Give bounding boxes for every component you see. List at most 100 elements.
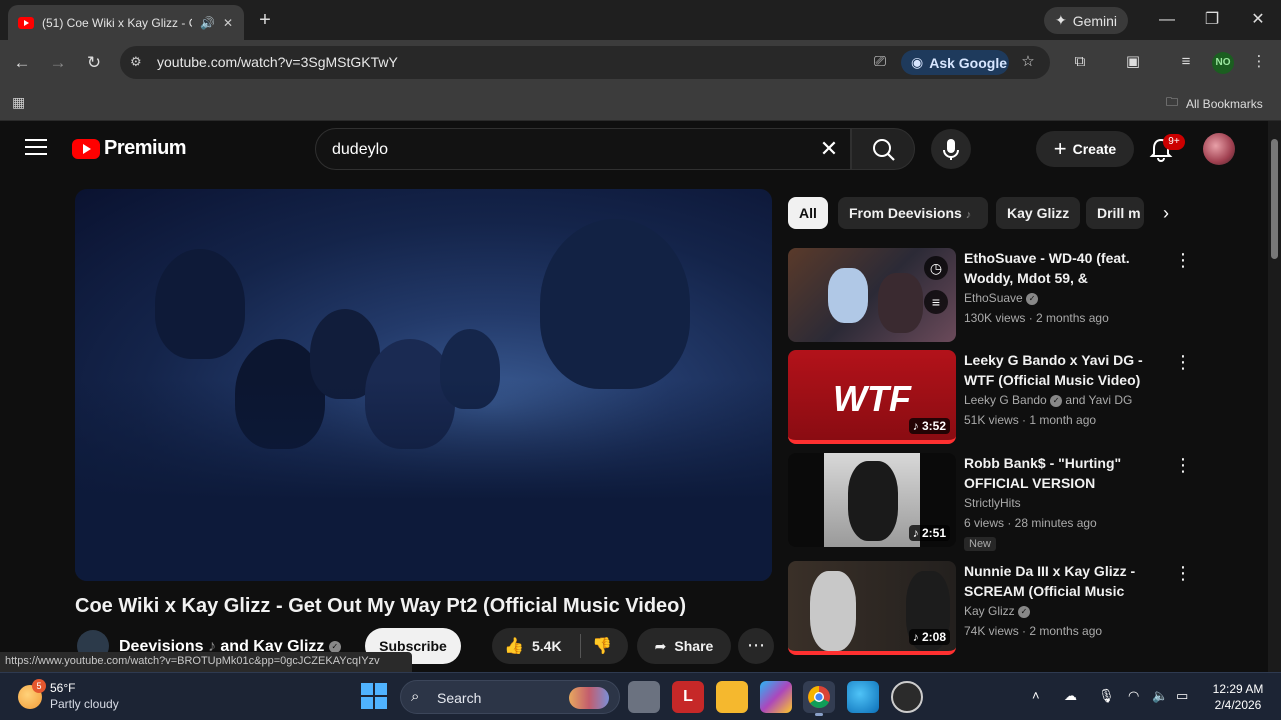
taskbar-search[interactable]: ⌕ Search: [400, 680, 620, 714]
clear-search-icon[interactable]: ✕: [816, 136, 842, 162]
kebab-menu-icon[interactable]: ⋮: [1174, 455, 1192, 476]
media-controls-icon[interactable]: ≡: [1174, 50, 1198, 74]
video-thumbnail[interactable]: WTF ♪ 3:52: [788, 350, 956, 444]
cloud-icon[interactable]: ☁: [1064, 688, 1077, 704]
site-info-icon[interactable]: ⚙: [130, 54, 148, 72]
chip-all[interactable]: All: [788, 197, 828, 229]
video-shadow: [75, 379, 772, 581]
recommendation-item[interactable]: ♪ 2:08 Nunnie Da III x Kay Glizz - SCREA…: [788, 561, 1192, 657]
watch-later-clock-icon[interactable]: ◷: [924, 256, 948, 280]
gemini-label: Gemini: [1072, 12, 1118, 29]
kebab-menu-icon[interactable]: ⋮: [1174, 250, 1192, 271]
speaker-icon[interactable]: 🔊: [200, 16, 215, 30]
kebab-menu-icon[interactable]: ⋮: [1174, 352, 1192, 373]
edge-icon[interactable]: [847, 681, 879, 713]
video-thumbnail[interactable]: ♪ 2:08: [788, 561, 956, 655]
thumbs-up-icon[interactable]: 👍: [504, 636, 524, 656]
browser-menu-icon[interactable]: ⋮: [1247, 50, 1271, 74]
plus-icon: +: [1053, 136, 1067, 161]
taskbar-clock[interactable]: 12:29 AM 2/4/2026: [1208, 681, 1268, 713]
url-text[interactable]: youtube.com/watch?v=3SgMStGKTwY: [157, 54, 398, 70]
close-tab-icon[interactable]: ✕: [223, 16, 233, 30]
new-tab-button[interactable]: +: [254, 9, 276, 31]
more-actions-button[interactable]: ⋯: [738, 628, 774, 664]
back-button[interactable]: ←: [10, 51, 34, 75]
create-button[interactable]: + Create: [1036, 131, 1134, 167]
recommendation-item[interactable]: ◷ ≡ EthoSuave - WD-40 (feat. Woddy, Mdot…: [788, 248, 1192, 344]
temperature: 56°F: [50, 681, 76, 695]
windows-taskbar: 5 56°F Partly cloudy ⌕ Search L ˄ ☁ 🎙 ◠ …: [0, 672, 1281, 720]
youtube-premium-logo[interactable]: Premium: [72, 137, 187, 160]
tab-search-icon[interactable]: ▣: [1121, 50, 1145, 74]
chevron-right-icon[interactable]: ›: [1152, 199, 1180, 227]
profile-avatar[interactable]: NO: [1212, 52, 1234, 74]
lexis-app-icon[interactable]: L: [672, 681, 704, 713]
scrollbar-thumb[interactable]: [1271, 139, 1278, 259]
weather-widget[interactable]: 5 56°F Partly cloudy: [18, 679, 138, 715]
share-label: Share: [674, 638, 714, 654]
task-view-icon[interactable]: [628, 681, 660, 713]
youtube-favicon-icon: [18, 16, 34, 29]
forward-button[interactable]: →: [46, 51, 70, 75]
recommendation-channel[interactable]: Leeky G Bando ✓ and Yavi DG: [964, 393, 1132, 407]
chip-from-deevisions[interactable]: From Deevisions ♪: [838, 197, 988, 229]
active-indicator: [815, 713, 823, 716]
chip-kay-glizz[interactable]: Kay Glizz: [996, 197, 1081, 229]
microphone-icon[interactable]: 🎙: [1098, 688, 1115, 704]
page-scrollbar[interactable]: [1268, 121, 1281, 672]
minimize-window-button[interactable]: —: [1152, 8, 1182, 32]
add-to-queue-icon[interactable]: ≡: [924, 290, 948, 314]
address-bar[interactable]: ⚙ youtube.com/watch?v=3SgMStGKTwY ⎚ ◉ As…: [120, 46, 1050, 79]
reload-button[interactable]: ↻: [82, 51, 106, 75]
video-player[interactable]: [75, 189, 772, 581]
windows-start-icon[interactable]: [361, 683, 387, 709]
all-bookmarks-button[interactable]: 🗀 All Bookmarks: [1166, 93, 1263, 114]
battery-icon[interactable]: ▭: [1176, 688, 1188, 704]
video-thumbnail[interactable]: ♪ 2:51: [788, 453, 956, 547]
apps-grid-icon[interactable]: ▦: [12, 94, 28, 110]
share-button[interactable]: ➦ Share: [637, 628, 731, 664]
wifi-icon[interactable]: ◠: [1128, 688, 1139, 704]
close-window-button[interactable]: ✕: [1243, 8, 1273, 32]
recommendation-item[interactable]: ♪ 2:51 Robb Bank$ - "Hurting" OFFICIAL V…: [788, 453, 1192, 551]
extensions-icon[interactable]: ⧉: [1068, 50, 1092, 74]
like-count[interactable]: 5.4K: [532, 638, 562, 654]
kebab-menu-icon[interactable]: ⋮: [1174, 563, 1192, 584]
ask-google-button[interactable]: ◉ Ask Google: [901, 50, 1009, 75]
restore-window-button[interactable]: ❐: [1197, 8, 1227, 32]
search-input[interactable]: dudeylo ✕: [315, 128, 851, 170]
voice-search-button[interactable]: [931, 129, 971, 169]
browser-tab-active[interactable]: (51) Coe Wiki x Kay Glizz - Get Out My W…: [8, 5, 244, 40]
cast-icon[interactable]: ⎚: [868, 50, 892, 74]
video-figure: [155, 249, 245, 359]
microsoft-365-icon[interactable]: [760, 681, 792, 713]
chrome-icon[interactable]: [803, 681, 835, 716]
obs-icon[interactable]: [891, 681, 923, 713]
recommendation-channel[interactable]: StrictlyHits: [964, 496, 1021, 510]
thumbs-down-icon[interactable]: 👎: [592, 636, 612, 656]
search-query-text: dudeylo: [332, 141, 389, 158]
recommendation-item[interactable]: WTF ♪ 3:52 Leeky G Bando x Yavi DG - WTF…: [788, 350, 1192, 446]
recommendation-meta: 130K views · 2 months ago: [964, 311, 1109, 325]
recommendation-title[interactable]: Nunnie Da III x Kay Glizz - SCREAM (Offi…: [964, 561, 1170, 601]
volume-icon[interactable]: 🔈: [1152, 688, 1168, 704]
recommendation-title[interactable]: Robb Bank$ - "Hurting" OFFICIAL VERSION: [964, 453, 1170, 493]
chip-drill[interactable]: Drill m: [1086, 197, 1144, 229]
bookmarks-bar: ▦ 🗀 All Bookmarks: [0, 85, 1281, 121]
search-button[interactable]: [851, 128, 915, 170]
menu-hamburger-icon[interactable]: [25, 139, 47, 157]
recommendation-title[interactable]: Leeky G Bando x Yavi DG - WTF (Official …: [964, 350, 1170, 390]
file-explorer-icon[interactable]: [716, 681, 748, 713]
video-thumbnail[interactable]: ◷ ≡: [788, 248, 956, 342]
recommendation-title[interactable]: EthoSuave - WD-40 (feat. Woddy, Mdot 59,…: [964, 248, 1170, 288]
user-avatar[interactable]: [1203, 133, 1235, 165]
chevron-up-icon[interactable]: ˄: [1032, 688, 1040, 703]
gemini-button[interactable]: ✦ Gemini: [1044, 7, 1128, 34]
recommendation-channel[interactable]: Kay Glizz ✓: [964, 604, 1031, 618]
chip-label: From Deevisions: [849, 205, 962, 221]
thumb-figure: [828, 268, 868, 323]
status-bar-url: https://www.youtube.com/watch?v=BROTUpMk…: [0, 652, 412, 672]
bookmark-star-icon[interactable]: ☆: [1016, 50, 1040, 74]
all-bookmarks-label: All Bookmarks: [1186, 96, 1263, 111]
recommendation-channel[interactable]: EthoSuave ✓: [964, 291, 1039, 305]
